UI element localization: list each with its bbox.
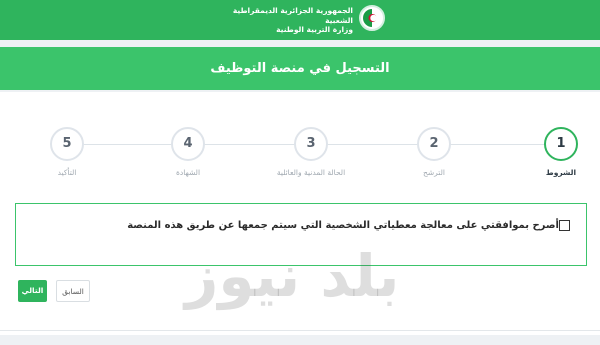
step-certificate[interactable]: 4 الشهادة — [153, 127, 223, 177]
ministry-name: الجمهورية الجزائرية الديمقراطية الشعبية … — [210, 6, 353, 35]
previous-button[interactable]: السابق — [56, 280, 90, 302]
step-label: الشروط — [545, 168, 577, 177]
next-button[interactable]: التالي — [18, 280, 47, 302]
step-candidacy[interactable]: 2 الترشح — [399, 127, 469, 177]
step-number: 4 — [171, 127, 205, 161]
step-label: الحالة المدنية والعائلية — [276, 168, 346, 177]
top-header-bar: الجمهورية الجزائرية الديمقراطية الشعبية … — [0, 0, 600, 40]
step-number: 1 — [544, 127, 578, 161]
step-confirmation[interactable]: 5 التأكيد — [32, 127, 102, 177]
step-number: 2 — [417, 127, 451, 161]
agree-checkbox[interactable] — [559, 220, 570, 231]
step-label: الترشح — [423, 168, 445, 177]
agree-text: أصرح بموافقتي على معالجة معطياتي الشخصية… — [127, 220, 559, 231]
step-label: الشهادة — [175, 168, 201, 177]
ministry-line-1: الجمهورية الجزائرية الديمقراطية الشعبية — [232, 6, 353, 25]
footer-divider — [0, 330, 600, 331]
terms-box: أصرح بموافقتي على معالجة معطياتي الشخصية… — [15, 203, 587, 266]
step-number: 5 — [50, 127, 84, 161]
page-title: التسجيل في منصة التوظيف — [0, 47, 600, 90]
algeria-flag-emblem-icon — [359, 5, 385, 31]
step-number: 3 — [294, 127, 328, 161]
step-conditions[interactable]: 1 الشروط — [526, 127, 596, 177]
step-civil-status[interactable]: 3 الحالة المدنية والعائلية — [276, 127, 346, 177]
ministry-line-2: وزارة التربية الوطنية — [276, 25, 353, 34]
step-label: التأكيد — [57, 168, 77, 177]
